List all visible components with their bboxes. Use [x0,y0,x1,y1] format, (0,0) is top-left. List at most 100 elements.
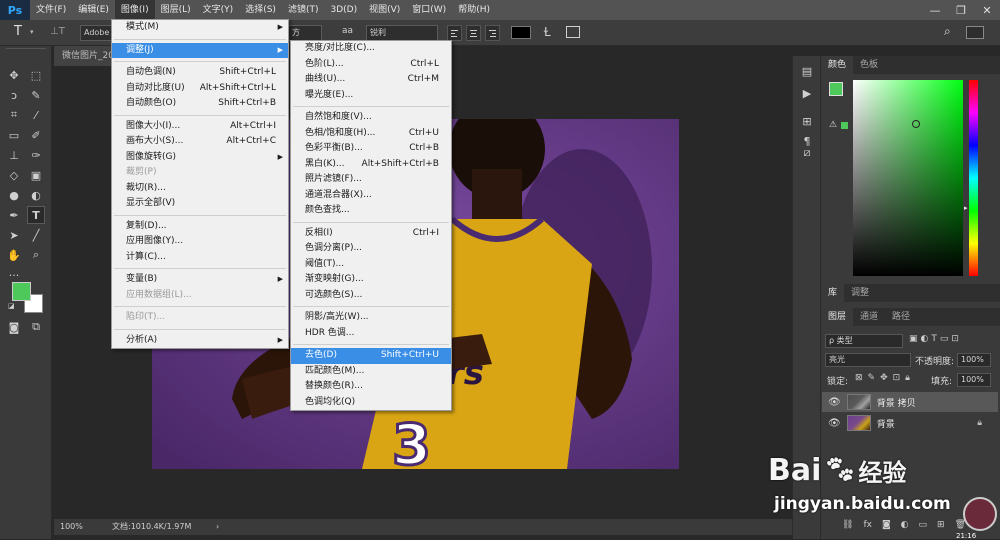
eye-icon[interactable]: 👁︎ [828,418,841,429]
text-color-swatch[interactable] [511,26,531,39]
adjust-menu-item[interactable]: 可选颜色(S)... [291,288,451,304]
pen-tool-icon[interactable]: ✒ [5,206,23,224]
image-menu-item[interactable]: 画布大小(S)... Alt+Ctrl+C [112,134,288,150]
blur-tool-icon[interactable]: ● [5,186,23,204]
menu-layer[interactable]: 图层(L) [155,0,197,20]
stamp-tool-icon[interactable]: ⊥ [5,146,23,164]
crop-tool-icon[interactable]: ⌗ [5,106,23,124]
tab-swatches[interactable]: 色板 [853,56,885,74]
adjust-menu-item[interactable]: 颜色查找... [291,203,451,219]
quick-select-tool-icon[interactable]: ✎ [27,86,45,104]
adjust-menu-item[interactable]: 匹配颜色(M)... [291,364,451,380]
hue-slider[interactable] [969,80,978,276]
color-fg-swatch[interactable] [829,82,843,96]
mask-icon[interactable]: ◙ [882,520,891,530]
adjust-menu-item[interactable]: 去色(D) Shift+Ctrl+U [291,348,451,364]
image-menu-item[interactable]: 计算(C)... [112,250,288,266]
eyedropper-tool-icon[interactable]: ⁄ [27,106,45,124]
doc-info[interactable]: 文档:1010.4K/1.97M [112,519,191,535]
character-panel-icon[interactable] [566,26,580,38]
layer-row[interactable]: 👁︎ 背景 🔒︎ [822,413,998,433]
fill-input[interactable]: 100% [957,373,991,387]
adjust-menu-item[interactable]: 通道混合器(X)... [291,188,451,204]
adjust-menu-item[interactable]: 色相/饱和度(H)... Ctrl+U [291,126,451,142]
menu-edit[interactable]: 编辑(E) [72,0,115,20]
adjust-menu-item[interactable]: 照片滤镜(F)... [291,172,451,188]
default-colors-icon[interactable]: ◪ [8,302,15,310]
status-arrow-icon[interactable]: › [216,519,219,535]
tab-paths[interactable]: 路径 [885,308,917,326]
tab-layers[interactable]: 图层 [821,308,854,326]
character-icon[interactable]: ⊞ [798,112,816,130]
image-menu-item[interactable]: 分析(A) ▶ [112,333,288,349]
adjust-menu-item[interactable]: 色调分离(P)... [291,241,451,257]
blend-mode-select[interactable]: 亮光 [825,353,911,367]
tab-adjustments[interactable]: 调整 [844,284,876,302]
font-style-select[interactable]: 方 [288,25,322,41]
color-field[interactable] [853,80,963,276]
adjust-menu-item[interactable]: 反相(I) Ctrl+I [291,226,451,242]
align-left-icon[interactable] [447,25,462,41]
menu-image[interactable]: 图像(I) [114,0,155,20]
image-menu-item[interactable]: 自动对比度(U) Alt+Shift+Ctrl+L [112,81,288,97]
zoom-tool-icon[interactable]: ⌕ [27,246,45,264]
history-icon[interactable]: ▤ [798,62,816,80]
adjust-menu-item[interactable]: 色阶(L)... Ctrl+L [291,57,451,73]
layer-filter-select[interactable]: ρ 类型 [825,334,903,348]
chevron-down-icon[interactable]: ▾ [30,28,34,36]
group-icon[interactable]: ▭ [919,520,928,530]
menu-filter[interactable]: 滤镜(T) [282,0,325,20]
menu-help[interactable]: 帮助(H) [452,0,496,20]
menu-window[interactable]: 窗口(W) [406,0,452,20]
zoom-level[interactable]: 100% [60,519,83,535]
adjust-menu-item[interactable]: 阴影/高光(W)... [291,310,451,326]
image-menu-item[interactable]: 应用图像(Y)... [112,234,288,250]
adjust-menu-item[interactable]: 曝光度(E)... [291,88,451,104]
image-menu-item[interactable]: 裁切(R)... [112,181,288,197]
image-menu-item[interactable]: 显示全部(V) [112,196,288,212]
adjust-menu-item[interactable]: 色彩平衡(B)... Ctrl+B [291,141,451,157]
restore-icon[interactable]: ❐ [948,0,974,20]
brush-tool-icon[interactable]: ✐ [27,126,45,144]
layer-name[interactable]: 背景 拷贝 [877,396,916,409]
path-select-icon[interactable]: ➤ [5,226,23,244]
dodge-tool-icon[interactable]: ◐ [27,186,45,204]
image-menu-item[interactable]: 图像旋转(G) ▶ [112,150,288,166]
link-icon[interactable]: ⛓ [842,520,853,530]
antialias-select[interactable]: 锐利 [366,25,438,41]
actions-play-icon[interactable]: ▶ [798,84,816,102]
opacity-input[interactable]: 100% [957,353,991,367]
fx-icon[interactable]: fx [863,520,872,530]
adjust-menu-item[interactable]: 色调均化(Q) [291,395,451,411]
line-tool-icon[interactable]: ╱ [27,226,45,244]
adjust-menu-item[interactable]: 曲线(U)... Ctrl+M [291,72,451,88]
menu-select[interactable]: 选择(S) [239,0,282,20]
color-picker-handle[interactable] [912,120,920,128]
menu-3d[interactable]: 3D(D) [324,0,363,20]
warp-text-icon[interactable]: Ɫ [544,25,551,39]
lock-icons[interactable]: ⊠✎✥⊡🔒︎ [855,373,915,383]
hand-tool-icon[interactable]: ✋ [5,246,23,264]
adjust-menu-item[interactable]: HDR 色调... [291,326,451,342]
screen-mode-icon[interactable]: ⧉ [27,318,45,336]
menu-view[interactable]: 视图(V) [363,0,406,20]
layer-filter-icons[interactable]: ▣◐T▭⊡ [909,334,962,344]
quick-mask-icon[interactable]: ◙ [5,318,23,336]
tab-channels[interactable]: 通道 [853,308,885,326]
type-tool-icon[interactable]: T [14,24,22,39]
search-icon[interactable]: ⌕ [944,24,951,39]
adjust-menu-item[interactable]: 亮度/对比度(C)... [291,41,451,57]
tool-presets-icon[interactable]: ⧄ [798,144,816,162]
marquee-tool-icon[interactable]: ⬚ [27,66,45,84]
adjust-menu-item[interactable]: 替换颜色(R)... [291,379,451,395]
tab-color[interactable]: 颜色 [821,56,854,74]
new-layer-icon[interactable]: ⊞ [937,520,945,530]
image-menu-item[interactable]: 图像大小(I)... Alt+Ctrl+I [112,119,288,135]
image-menu-item[interactable]: 自动颜色(O) Shift+Ctrl+B [112,96,288,112]
orientation-icon[interactable]: ⊥T [50,26,68,40]
adjust-menu-item[interactable]: 阈值(T)... [291,257,451,273]
eraser-tool-icon[interactable]: ◇ [5,166,23,184]
menu-file[interactable]: 文件(F) [30,0,72,20]
type-tool-icon[interactable]: T [27,206,45,224]
adjustment-layer-icon[interactable]: ◐ [901,520,909,530]
